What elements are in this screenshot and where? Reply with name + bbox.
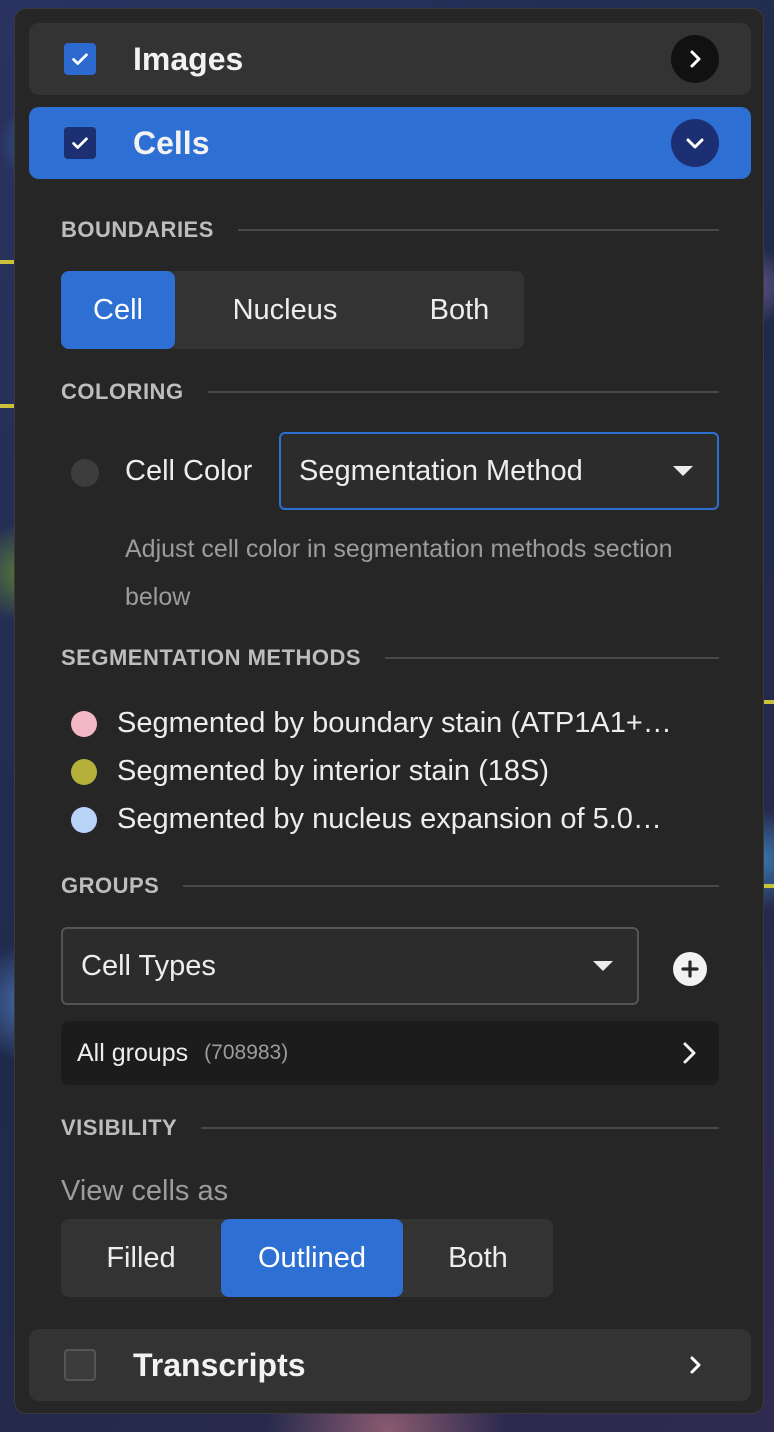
method-color-swatch [71, 710, 97, 737]
segmentation-method-item: Segmented by nucleus expansion of 5.0… [71, 803, 731, 836]
section-header-transcripts[interactable]: Transcripts [29, 1329, 751, 1401]
cell-color-select-value: Segmentation Method [299, 454, 583, 487]
coloring-heading: COLORING [61, 379, 719, 405]
divider [207, 391, 719, 393]
segmentation-methods-label: SEGMENTATION METHODS [61, 645, 362, 670]
visibility-option-filled[interactable]: Filled [61, 1219, 221, 1297]
boundary-option-both[interactable]: Both [395, 271, 524, 349]
cells-checkbox[interactable] [64, 127, 96, 159]
divider [201, 1127, 719, 1129]
all-groups-count: (708983) [204, 1041, 289, 1064]
expand-images-button[interactable] [671, 35, 719, 83]
coloring-helper-text: Adjust cell color in segmentation method… [125, 535, 673, 611]
all-groups-row[interactable]: All groups (708983) [61, 1021, 719, 1085]
boundaries-heading: BOUNDARIES [61, 217, 719, 243]
boundary-option-cell[interactable]: Cell [61, 271, 175, 349]
layers-panel: Images Cells BOUNDARIES Cell Nucleus Bot… [14, 8, 764, 1414]
method-color-swatch [71, 806, 97, 833]
section-header-images[interactable]: Images [29, 23, 751, 95]
chevron-down-icon [686, 138, 704, 149]
images-checkbox[interactable] [64, 43, 96, 75]
transcripts-checkbox[interactable] [64, 1349, 96, 1381]
visibility-option-outlined[interactable]: Outlined [221, 1219, 403, 1297]
method-color-swatch [71, 758, 97, 785]
divider [183, 885, 719, 887]
section-title-images: Images [133, 40, 244, 77]
section-header-cells[interactable]: Cells [29, 107, 751, 179]
visibility-segmented-control: Filled Outlined Both [61, 1219, 553, 1297]
plus-icon [681, 960, 699, 978]
section-title-cells: Cells [133, 124, 210, 161]
chevron-right-icon [690, 50, 701, 68]
boundaries-segmented-control: Cell Nucleus Both [61, 271, 524, 349]
segmentation-method-item: Segmented by interior stain (18S) [71, 755, 731, 788]
expand-transcripts-button[interactable] [671, 1341, 719, 1389]
all-groups-label: All groups [77, 1038, 189, 1067]
add-group-button[interactable] [673, 952, 707, 986]
cell-color-radio[interactable] [71, 459, 99, 487]
divider [385, 657, 719, 659]
method-label: Segmented by interior stain (18S) [117, 755, 549, 787]
segmentation-methods-heading: SEGMENTATION METHODS [61, 645, 719, 671]
view-cells-as-label: View cells as [61, 1175, 229, 1207]
section-title-transcripts: Transcripts [133, 1346, 306, 1383]
collapse-cells-button[interactable] [671, 119, 719, 167]
segmentation-method-item: Segmented by boundary stain (ATP1A1+… [71, 707, 731, 740]
groups-label: GROUPS [61, 873, 160, 898]
coloring-label: COLORING [61, 379, 184, 404]
groups-heading: GROUPS [61, 873, 719, 899]
visibility-label: VISIBILITY [61, 1115, 178, 1140]
visibility-heading: VISIBILITY [61, 1115, 719, 1141]
method-label: Segmented by nucleus expansion of 5.0… [117, 803, 662, 835]
divider [237, 229, 719, 231]
chevron-right-icon [683, 1042, 696, 1064]
groups-select-value: Cell Types [81, 949, 216, 982]
caret-down-icon [593, 961, 613, 971]
chevron-right-icon [690, 1356, 701, 1374]
method-label: Segmented by boundary stain (ATP1A1+… [117, 707, 672, 739]
caret-down-icon [673, 466, 693, 476]
boundaries-label: BOUNDARIES [61, 217, 214, 242]
groups-select[interactable]: Cell Types [61, 927, 639, 1005]
check-icon [72, 53, 88, 65]
cell-color-label: Cell Color [125, 455, 253, 487]
cell-color-select[interactable]: Segmentation Method [279, 432, 719, 510]
check-icon [72, 137, 88, 149]
visibility-option-both[interactable]: Both [403, 1219, 553, 1297]
boundary-option-nucleus[interactable]: Nucleus [175, 271, 395, 349]
